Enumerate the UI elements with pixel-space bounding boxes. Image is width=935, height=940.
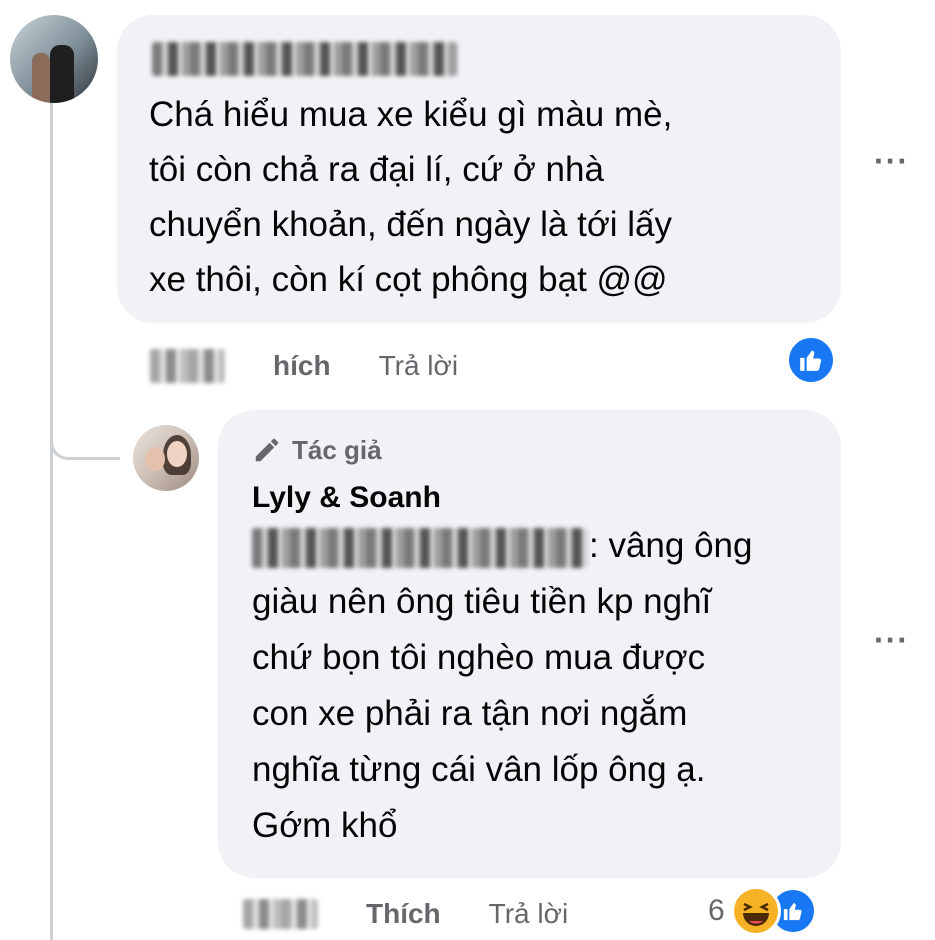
reply-actions: Thích Trả lời: [243, 893, 568, 935]
like-button[interactable]: Thích: [366, 898, 441, 930]
reply-line: nghĩa từng cái vân lốp ông ạ.: [252, 750, 706, 789]
more-options-icon[interactable]: ···: [874, 143, 909, 180]
author-badge: Tác giả: [252, 430, 807, 470]
comment-line: Chá hiểu mua xe kiểu gì màu mè,: [149, 95, 673, 134]
reply-button[interactable]: Trả lời: [489, 898, 569, 930]
reply-line: Gớm khổ: [252, 806, 398, 845]
more-options-icon[interactable]: ···: [874, 622, 909, 659]
author-avatar[interactable]: [133, 425, 199, 491]
reaction-count: 6: [708, 894, 725, 927]
comment-text: Chá hiểu mua xe kiểu gì màu mè, tôi còn …: [149, 87, 809, 307]
pen-icon: [255, 438, 279, 462]
reaction-summary[interactable]: 6: [708, 885, 817, 937]
comment-line: chuyển khoản, đến ngày là tới lấy: [149, 205, 673, 244]
reply-line: chứ bọn tôi nghèo mua được: [252, 638, 706, 677]
timestamp-redacted[interactable]: [150, 348, 225, 383]
like-button[interactable]: hích: [273, 350, 331, 382]
reply-line: giàu nên ông tiêu tiền kp nghĩ: [252, 582, 712, 621]
thread-line: [50, 92, 53, 940]
mention-redacted[interactable]: [252, 527, 587, 568]
haha-icon: [730, 886, 781, 936]
author-name[interactable]: Lyly & Soanh: [252, 478, 807, 518]
comment-line: tôi còn chả ra đại lí, cứ ở nhà: [149, 150, 604, 189]
reply-connector: [50, 418, 120, 460]
commenter-avatar[interactable]: [10, 15, 98, 103]
reply-button[interactable]: Trả lời: [379, 350, 459, 382]
reply-line: con xe phải ra tận nơi ngắm: [252, 694, 688, 733]
timestamp-redacted[interactable]: [243, 899, 318, 929]
like-icon[interactable]: [786, 335, 836, 385]
author-badge-label: Tác giả: [292, 434, 382, 465]
commenter-name-redacted[interactable]: [152, 42, 457, 76]
reply-bubble: Tác giả Lyly & Soanh : vâng ông giàu nên…: [218, 410, 841, 878]
comment-actions: hích Trả lời: [150, 343, 458, 388]
comment-line: xe thôi, còn kí cọt phông bạt @@: [149, 260, 668, 299]
reply-line: : vâng ông: [252, 518, 807, 574]
reply-text: : vâng ông giàu nên ông tiêu tiền kp ngh…: [252, 518, 807, 854]
